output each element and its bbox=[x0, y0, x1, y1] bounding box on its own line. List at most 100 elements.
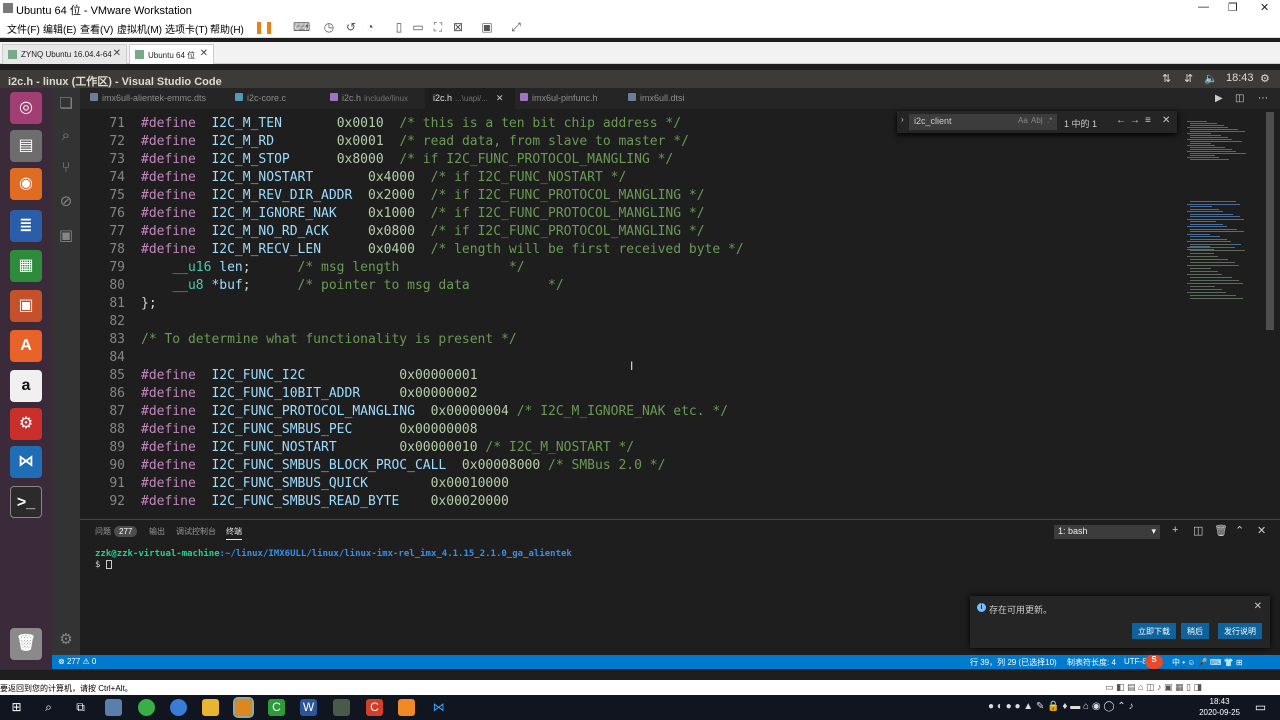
ime-toolbar-icons[interactable]: 中 • ☺ 🎤 ⌨ 👕 ⊞ bbox=[1172, 657, 1242, 668]
vmware-app-icon[interactable] bbox=[233, 697, 254, 718]
source-control-icon[interactable]: ⑂ bbox=[56, 158, 76, 178]
code-editor[interactable]: 71 #define I2C_M_TEN 0x0010 /* this is a … bbox=[80, 109, 1280, 519]
manage-gear-icon[interactable]: ⚙ bbox=[56, 630, 76, 650]
send-keys-icon[interactable]: ⌨ bbox=[293, 20, 310, 34]
close-icon[interactable]: ✕ bbox=[113, 48, 121, 59]
vscode-icon[interactable]: ⋈ bbox=[10, 446, 42, 478]
kill-terminal-icon[interactable]: 🗑 bbox=[1214, 524, 1228, 537]
tab-output[interactable]: 输出 bbox=[149, 526, 165, 537]
match-case-toggle[interactable]: Aa bbox=[1018, 116, 1028, 125]
tab-terminal[interactable]: 终端 bbox=[226, 526, 242, 540]
maximize-panel-icon[interactable]: ⌃ bbox=[1235, 524, 1244, 537]
revert-snapshot-icon[interactable]: ↺ bbox=[344, 20, 358, 34]
close-notification-icon[interactable]: ✕ bbox=[1254, 601, 1262, 612]
whole-word-toggle[interactable]: Ab| bbox=[1031, 116, 1043, 125]
dash-icon[interactable]: ◎ bbox=[10, 92, 42, 124]
run-icon[interactable]: ▶ bbox=[1215, 88, 1223, 109]
orange-app-icon[interactable] bbox=[398, 699, 415, 716]
snapshot-icon[interactable]: ◷ bbox=[322, 20, 336, 34]
sidebar-view-icon[interactable]: ▯ bbox=[392, 20, 406, 34]
split-editor-icon[interactable]: ◫ bbox=[1235, 88, 1244, 109]
software-center-icon[interactable]: A bbox=[10, 330, 42, 362]
debug-icon[interactable]: ⊘ bbox=[56, 192, 76, 212]
close-tab-icon[interactable]: ✕ bbox=[496, 93, 504, 103]
device-icons[interactable]: ▭ ◧ ▤ ⌂ ◫ ♪ ▣ ▦ ▯ ◨ bbox=[1105, 682, 1202, 693]
camera-app-icon[interactable] bbox=[105, 699, 122, 716]
tab-imx6ull-alientek-emmc[interactable]: imx6ull-alientek-emmc.dts bbox=[90, 88, 230, 109]
code-app-icon[interactable]: C bbox=[268, 699, 285, 716]
ime-logo-icon[interactable]: S bbox=[1145, 655, 1163, 669]
chat-app-icon[interactable] bbox=[138, 699, 155, 716]
split-terminal-icon[interactable]: ◫ bbox=[1193, 524, 1203, 537]
amazon-icon[interactable]: a bbox=[10, 370, 42, 402]
vm-tab-zynq[interactable]: ZYNQ Ubuntu 16.04.4-64 ✕ bbox=[2, 44, 127, 64]
tab-problems[interactable]: 问题 277 bbox=[95, 526, 138, 537]
tab-i2c-h-include[interactable]: i2c.h include/linux bbox=[330, 88, 430, 109]
extensions-icon[interactable]: ▣ bbox=[56, 226, 76, 246]
close-icon[interactable]: ✕ bbox=[1260, 1, 1269, 14]
tab-imx6ul-pinfunc[interactable]: imx6ul-pinfunc.h bbox=[520, 88, 620, 109]
screen-capture-icon[interactable] bbox=[333, 699, 350, 716]
network-icon[interactable]: ⇵ bbox=[1184, 72, 1193, 85]
red-app-icon[interactable]: C bbox=[366, 699, 383, 716]
regex-toggle[interactable]: .* bbox=[1047, 116, 1052, 125]
tab-imx6ull-dtsi[interactable]: imx6ull.dtsi bbox=[628, 88, 718, 109]
previous-match-icon[interactable]: ← bbox=[1116, 115, 1126, 126]
trash-icon[interactable]: 🗑 bbox=[10, 628, 42, 660]
toggle-replace-icon[interactable]: › bbox=[901, 115, 904, 124]
impress-icon[interactable]: ▣ bbox=[10, 290, 42, 322]
cursor-position[interactable]: 行 39，列 29 (已选择10) bbox=[970, 657, 1057, 668]
more-actions-icon[interactable]: ⋯ bbox=[1258, 88, 1268, 109]
close-panel-icon[interactable]: ✕ bbox=[1257, 524, 1266, 537]
terminal-icon[interactable]: >_ bbox=[10, 486, 42, 518]
unity-icon[interactable]: ⊠ bbox=[451, 20, 465, 34]
word-icon[interactable]: W bbox=[300, 699, 317, 716]
problems-status[interactable]: ⊗ 277 ⚠ 0 bbox=[58, 657, 96, 666]
next-match-icon[interactable]: → bbox=[1130, 115, 1140, 126]
menu-tabs[interactable]: 选项卡(T) bbox=[165, 21, 208, 36]
find-in-selection-icon[interactable]: ≡ bbox=[1145, 115, 1151, 126]
firefox-icon[interactable]: ◉ bbox=[10, 168, 42, 200]
close-icon[interactable]: ✕ bbox=[200, 48, 208, 59]
later-button[interactable]: 稍后 bbox=[1181, 623, 1209, 639]
minimize-icon[interactable]: — bbox=[1198, 1, 1209, 13]
notification-center-icon[interactable]: ▭ bbox=[1252, 699, 1269, 716]
explorer-icon[interactable]: ❏ bbox=[56, 94, 76, 114]
volume-icon[interactable]: 🔈 bbox=[1204, 72, 1218, 85]
writer-icon[interactable]: ≣ bbox=[10, 210, 42, 242]
menu-help[interactable]: 帮助(H) bbox=[210, 21, 244, 36]
search-icon[interactable]: ⌕ bbox=[56, 126, 76, 146]
editor-scrollbar[interactable] bbox=[1266, 112, 1274, 330]
keyboard-indicator-icon[interactable]: ⇅ bbox=[1162, 72, 1171, 85]
indentation[interactable]: 制表符长度: 4 bbox=[1067, 657, 1116, 668]
close-find-icon[interactable]: ✕ bbox=[1162, 115, 1170, 126]
clock[interactable]: 18:43 bbox=[1226, 72, 1254, 84]
manage-snapshots-icon[interactable]: ◔ bbox=[363, 20, 377, 34]
task-view-icon[interactable]: ⧉ bbox=[72, 699, 89, 716]
tab-debug-console[interactable]: 调试控制台 bbox=[176, 526, 216, 537]
vm-tab-ubuntu[interactable]: Ubuntu 64 位 ✕ bbox=[129, 44, 214, 64]
calc-icon[interactable]: ▦ bbox=[10, 250, 42, 282]
new-terminal-icon[interactable]: + bbox=[1172, 524, 1178, 536]
console-view-icon[interactable]: ▭ bbox=[411, 20, 425, 34]
menu-view[interactable]: 查看(V) bbox=[80, 21, 113, 36]
download-now-button[interactable]: 立即下载 bbox=[1132, 623, 1176, 639]
minimap[interactable] bbox=[1185, 111, 1265, 511]
search-icon[interactable]: ⌕ bbox=[40, 699, 57, 716]
tab-i2c-core[interactable]: i2c-core.c bbox=[235, 88, 325, 109]
encoding[interactable]: UTF-8 bbox=[1124, 657, 1147, 666]
menu-file[interactable]: 文件(F) bbox=[7, 21, 40, 36]
release-notes-button[interactable]: 发行说明 bbox=[1218, 623, 1262, 639]
settings-icon[interactable]: ⚙ bbox=[10, 408, 42, 440]
files-icon[interactable]: ▤ bbox=[10, 130, 42, 162]
taskbar-clock[interactable]: 18:43 2020-09-25 bbox=[1199, 696, 1240, 718]
terminal-select[interactable]: 1: bash ▾ bbox=[1054, 525, 1160, 539]
fullscreen-icon[interactable]: ⛶ bbox=[431, 20, 445, 34]
menu-vm[interactable]: 虚拟机(M) bbox=[117, 21, 162, 36]
menu-edit[interactable]: 编辑(E) bbox=[43, 21, 76, 36]
power-gear-icon[interactable]: ⚙ bbox=[1260, 72, 1270, 85]
tray-icons[interactable]: ● ◐ ● ● ▲ ✎ 🔒 ♦ ▬ ⌂ ◉ ◯ ⌃ ♪ bbox=[988, 701, 1133, 712]
terminal-view-icon[interactable]: ▣ bbox=[480, 20, 494, 34]
browser-icon[interactable] bbox=[170, 699, 187, 716]
stretch-view-icon[interactable]: ⤢ bbox=[509, 20, 523, 34]
